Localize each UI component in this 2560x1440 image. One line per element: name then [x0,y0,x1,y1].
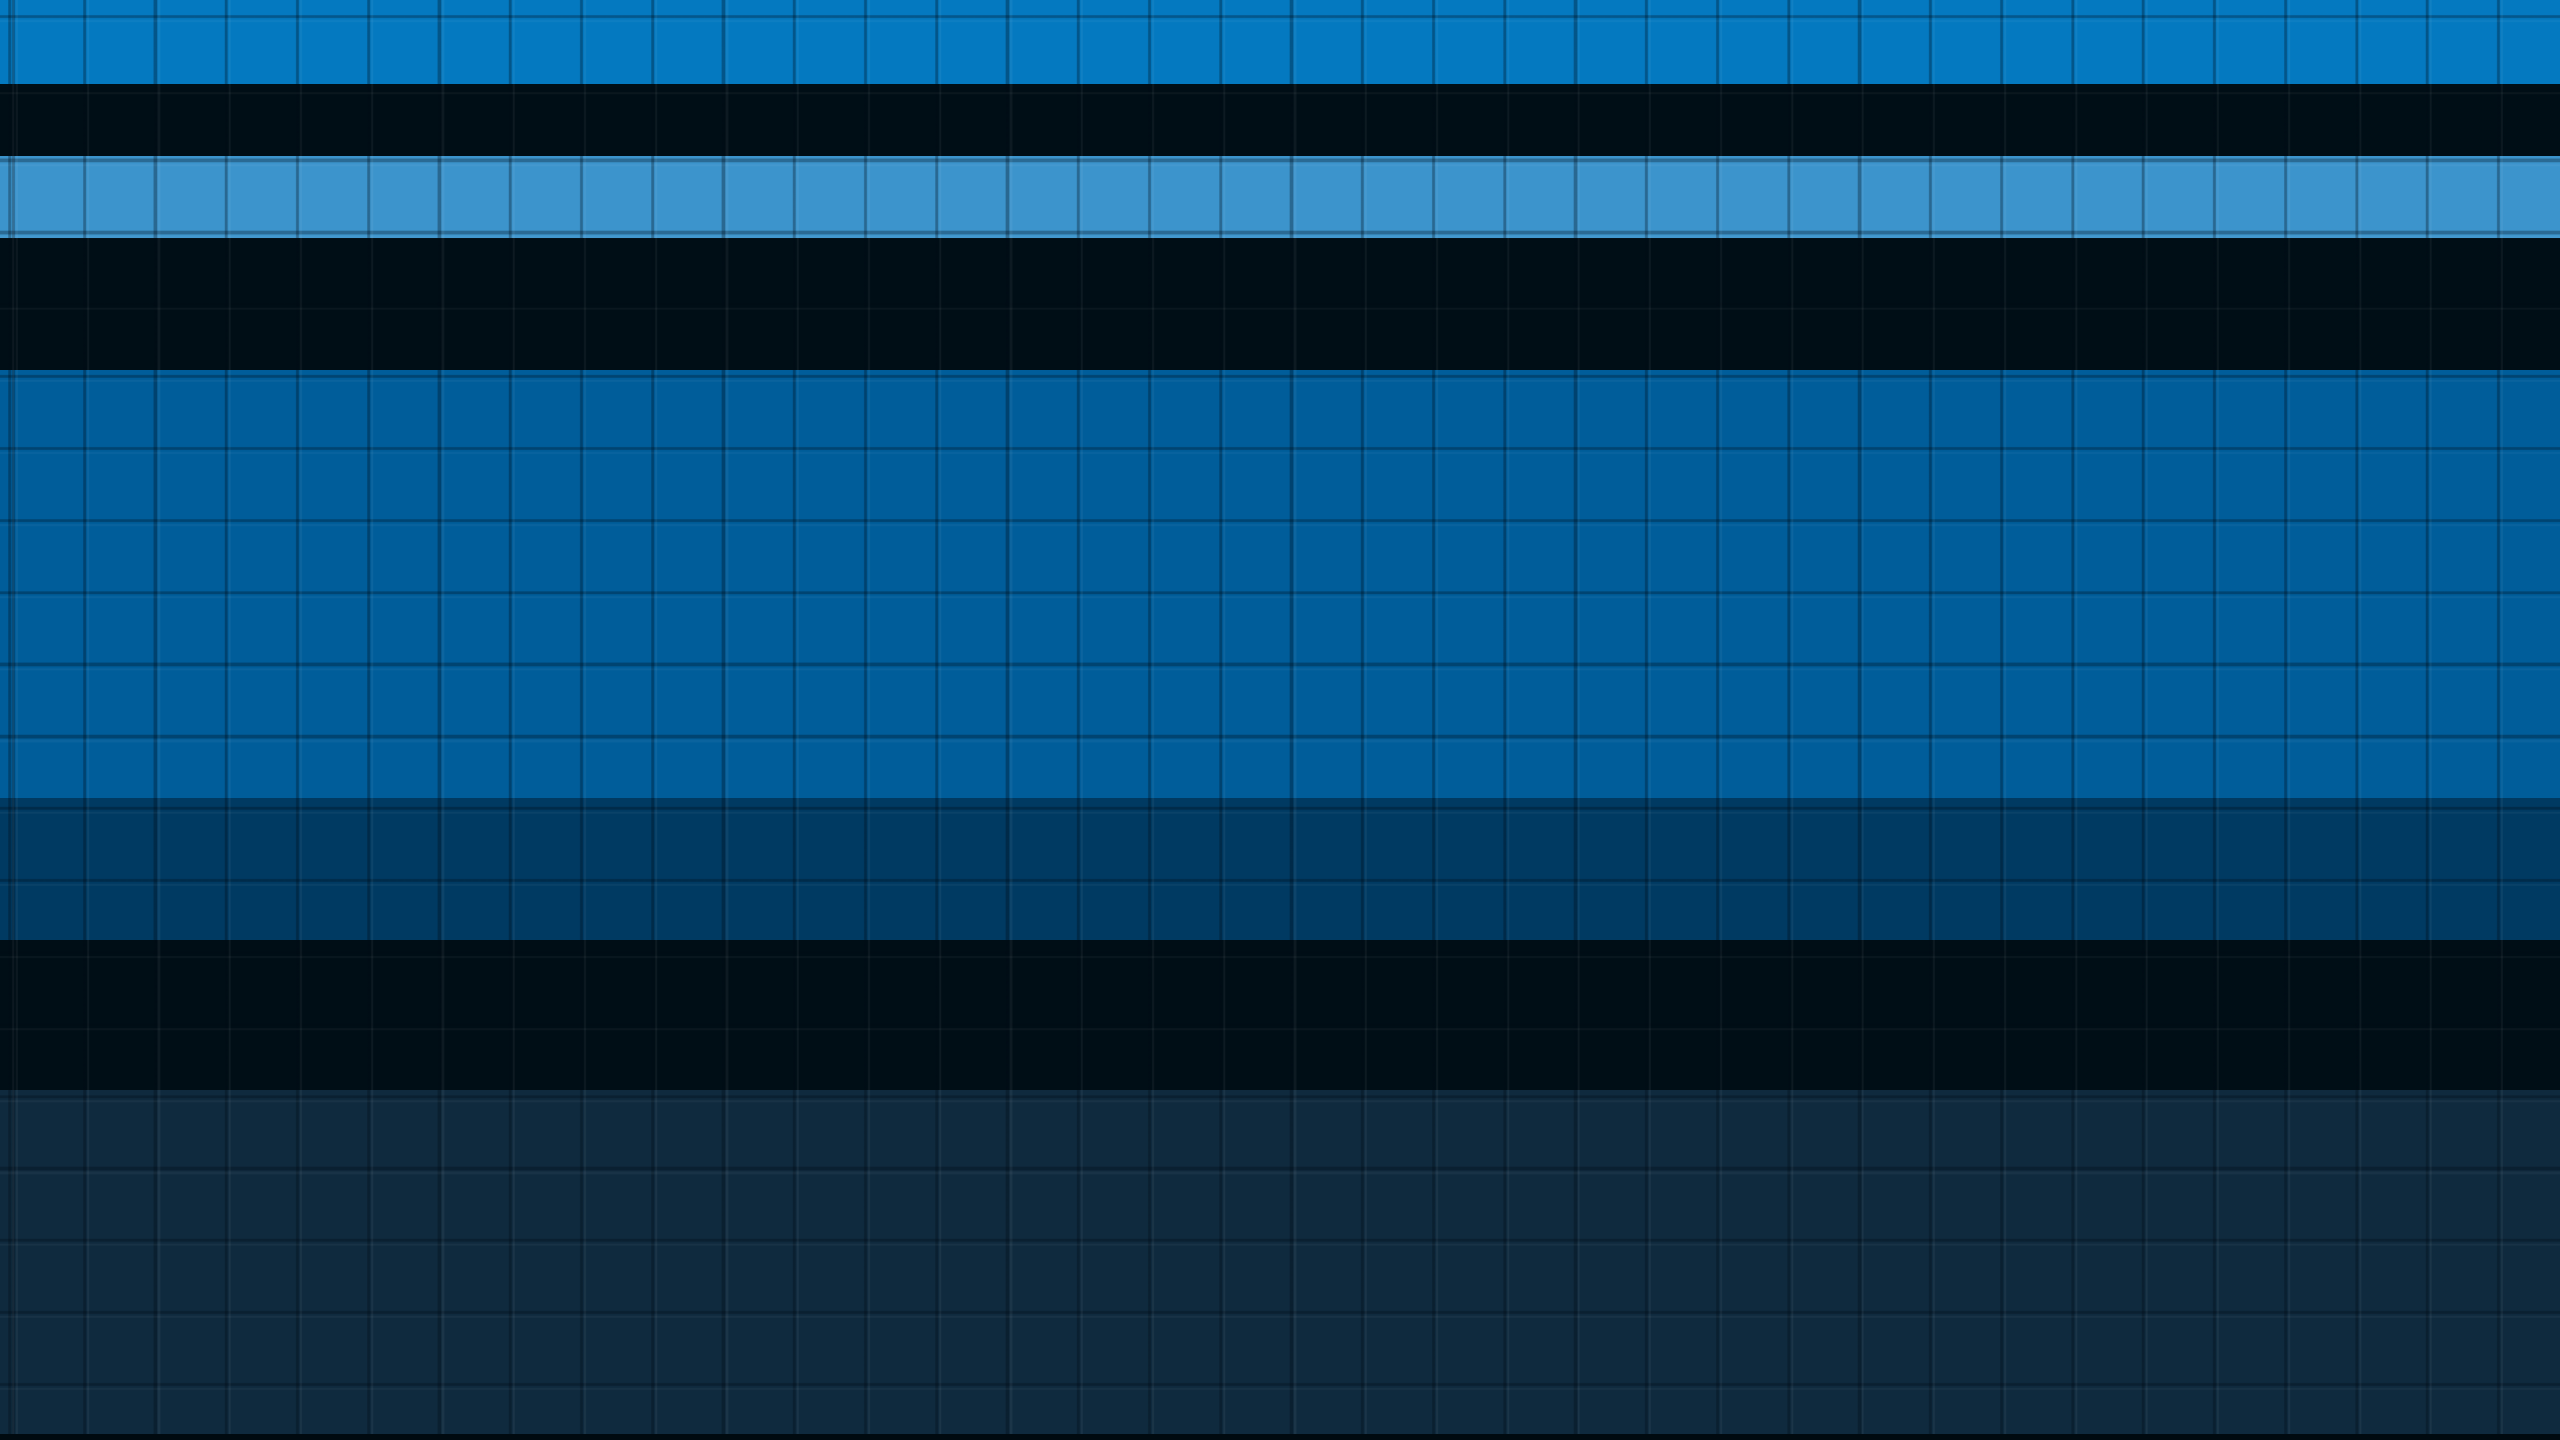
wallpaper-band-dark-1 [0,84,2560,156]
wallpaper-bottom-edge [0,1434,2560,1440]
wallpaper-band-light-blue [0,156,2560,238]
wallpaper-band-deep-blue [0,798,2560,940]
wallpaper-band-dark-3 [0,940,2560,1090]
wallpaper-band-mid-blue [0,370,2560,798]
wallpaper-band-top-blue [0,0,2560,84]
wallpaper-band-navy [0,1090,2560,1440]
desktop-wallpaper [0,0,2560,1440]
wallpaper-band-dark-2 [0,238,2560,370]
